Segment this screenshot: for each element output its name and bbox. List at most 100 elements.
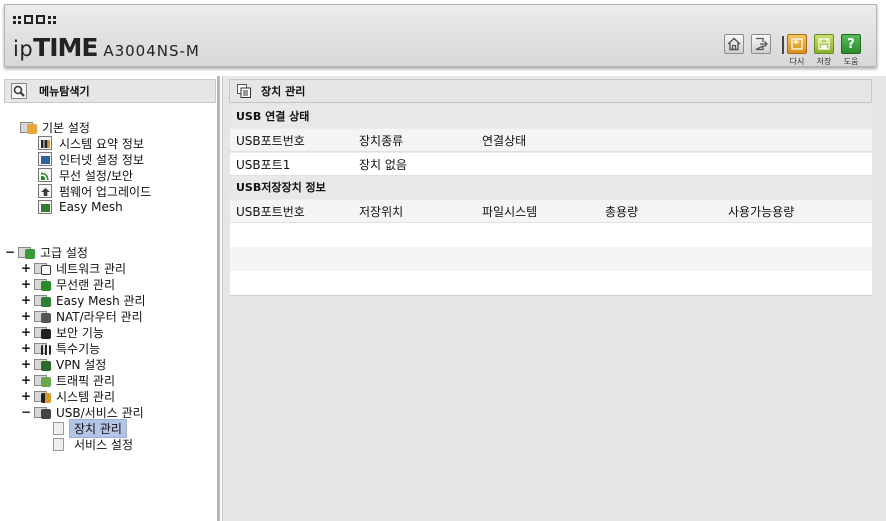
vpn-icon bbox=[34, 357, 51, 371]
tree-item-label: 보안 기능 bbox=[56, 325, 104, 340]
column-header: 파일시스템 bbox=[482, 204, 538, 219]
tree-item-label: Easy Mesh 관리 bbox=[56, 293, 146, 308]
tree-item-label: VPN 설정 bbox=[56, 357, 107, 372]
collapse-toggle[interactable]: − bbox=[20, 405, 32, 419]
save-label: 저장 bbox=[816, 57, 832, 66]
table-row: USB포트1 장치 없음 bbox=[230, 152, 872, 176]
content-area: USB 연결 상태 USB포트번호 장치종류 연결상태 USB포트1 장치 없음… bbox=[230, 105, 872, 296]
usb-storage-header-row: USB포트번호 저장위치 파일시스템 총용량 사용가능용량 bbox=[230, 199, 872, 223]
expand-toggle[interactable]: + bbox=[20, 373, 32, 387]
settings-folder-icon bbox=[20, 120, 37, 134]
expand-toggle[interactable]: + bbox=[20, 277, 32, 291]
tree-item-traffic[interactable]: + 트래픽 관리 bbox=[20, 372, 115, 388]
tree-advanced-settings-label: 고급 설정 bbox=[40, 245, 88, 260]
tree-item-nat-router[interactable]: + NAT/라우터 관리 bbox=[20, 308, 143, 324]
expand-toggle[interactable]: + bbox=[20, 357, 32, 371]
tree-item-vpn[interactable]: + VPN 설정 bbox=[20, 356, 106, 372]
expand-toggle[interactable]: + bbox=[20, 389, 32, 403]
menu-explorer-header: 메뉴탐색기 bbox=[4, 79, 216, 103]
page-icon bbox=[53, 437, 64, 451]
logout-button[interactable] bbox=[751, 34, 771, 54]
tree-item-wlan[interactable]: + 무선랜 관리 bbox=[20, 276, 115, 292]
tree-item-device-mgmt[interactable]: 장치 관리 bbox=[53, 418, 127, 438]
help-icon: ? bbox=[847, 36, 855, 52]
tree-item-label: 시스템 관리 bbox=[56, 389, 116, 404]
tree-item-label: 트래픽 관리 bbox=[56, 373, 116, 388]
column-header: USB포트번호 bbox=[236, 204, 305, 219]
brand-logo: ipTIME A3004NS-M bbox=[13, 33, 200, 62]
toolbar-separator bbox=[782, 36, 784, 54]
help-button[interactable]: ? bbox=[841, 34, 861, 54]
wireless-icon bbox=[38, 168, 52, 182]
tree-item-label: 특수기능 bbox=[56, 341, 101, 356]
tree-basic-settings[interactable]: 기본 설정 bbox=[20, 119, 90, 135]
tree-item-special[interactable]: + 특수기능 bbox=[20, 340, 100, 356]
network-icon bbox=[34, 261, 51, 275]
help-label: 도움 bbox=[843, 57, 859, 66]
expand-toggle[interactable]: + bbox=[20, 309, 32, 323]
tree-item-service-settings[interactable]: 서비스 설정 bbox=[53, 436, 133, 452]
page-icon bbox=[53, 421, 64, 435]
usb-connection-header-row: USB포트번호 장치종류 연결상태 bbox=[230, 128, 872, 152]
special-icon bbox=[34, 341, 51, 355]
column-header: 사용가능용량 bbox=[728, 204, 795, 219]
refresh-button[interactable] bbox=[787, 34, 807, 54]
tree-item-easy-mesh-mgmt[interactable]: + Easy Mesh 관리 bbox=[20, 292, 146, 308]
brand-ip: ip bbox=[13, 37, 34, 61]
home-button[interactable] bbox=[724, 34, 744, 54]
tree-item-internet-info[interactable]: 인터넷 설정 정보 bbox=[38, 151, 144, 167]
tree-item-label: NAT/라우터 관리 bbox=[56, 309, 143, 324]
tree-item-label: Easy Mesh bbox=[59, 200, 123, 214]
table-cell: USB포트1 bbox=[236, 157, 291, 172]
magnifier-icon bbox=[11, 83, 27, 99]
tree-advanced-settings[interactable]: − 고급 설정 bbox=[4, 244, 88, 260]
main-panel: 장치 관리 USB 연결 상태 USB포트번호 장치종류 연결상태 USB포트1… bbox=[222, 76, 886, 521]
tree-item-label: 무선 설정/보안 bbox=[59, 168, 134, 183]
refresh-label: 다시 bbox=[789, 57, 805, 66]
logout-icon bbox=[755, 37, 768, 51]
tree-item-system-mgmt[interactable]: + 시스템 관리 bbox=[20, 388, 115, 404]
traffic-icon bbox=[34, 373, 51, 387]
expand-toggle[interactable]: + bbox=[20, 325, 32, 339]
mesh-icon bbox=[38, 200, 52, 214]
save-icon bbox=[818, 38, 830, 50]
tree-item-firmware-upgrade[interactable]: 펌웨어 업그레이드 bbox=[38, 183, 151, 199]
lock-icon bbox=[34, 325, 51, 339]
top-header: ipTIME A3004NS-M ? 다시 저장 도움 bbox=[4, 4, 877, 67]
column-header: 장치종류 bbox=[359, 133, 404, 148]
menu-explorer-title: 메뉴탐색기 bbox=[39, 85, 90, 98]
table-row-empty bbox=[230, 223, 872, 247]
model-name: A3004NS-M bbox=[103, 42, 200, 60]
column-header: 저장위치 bbox=[359, 204, 404, 219]
column-header: USB포트번호 bbox=[236, 133, 305, 148]
collapse-toggle[interactable]: − bbox=[4, 245, 16, 259]
tree-item-wireless-security[interactable]: 무선 설정/보안 bbox=[38, 167, 133, 183]
save-button[interactable] bbox=[814, 34, 834, 54]
column-header: 연결상태 bbox=[482, 133, 527, 148]
home-icon bbox=[727, 37, 741, 51]
expand-toggle[interactable]: + bbox=[20, 341, 32, 355]
refresh-icon bbox=[791, 38, 803, 50]
tree-item-security[interactable]: + 보안 기능 bbox=[20, 324, 104, 340]
tree-item-label: 서비스 설정 bbox=[74, 437, 134, 452]
table-cell: 장치 없음 bbox=[359, 157, 407, 172]
tree-item-label: 펌웨어 업그레이드 bbox=[59, 184, 152, 199]
tree-item-label: 무선랜 관리 bbox=[56, 277, 116, 292]
tree-item-network[interactable]: + 네트워크 관리 bbox=[20, 260, 126, 276]
brand-time: TIME bbox=[33, 33, 98, 62]
menu-explorer: 메뉴탐색기 기본 설정 시스템 요약 정보 인터넷 설정 정보 무선 설정/보안… bbox=[0, 76, 220, 521]
tree-item-label: 인터넷 설정 정보 bbox=[59, 152, 144, 167]
expand-toggle[interactable]: + bbox=[20, 293, 32, 307]
tree-item-easy-mesh[interactable]: Easy Mesh bbox=[38, 199, 123, 215]
main-panel-header: 장치 관리 bbox=[229, 79, 872, 103]
usb-storage-title: USB저장장치 정보 bbox=[230, 176, 872, 199]
wireless-icon bbox=[34, 277, 51, 291]
tree-basic-settings-label: 기본 설정 bbox=[42, 120, 90, 135]
expand-toggle[interactable]: + bbox=[20, 261, 32, 275]
device-page-icon bbox=[237, 84, 251, 98]
table-row-empty bbox=[230, 247, 872, 271]
tree-item-system-summary[interactable]: 시스템 요약 정보 bbox=[38, 135, 144, 151]
divider bbox=[230, 295, 872, 296]
usb-connection-title: USB 연결 상태 bbox=[230, 105, 872, 128]
chart-icon bbox=[38, 136, 52, 150]
